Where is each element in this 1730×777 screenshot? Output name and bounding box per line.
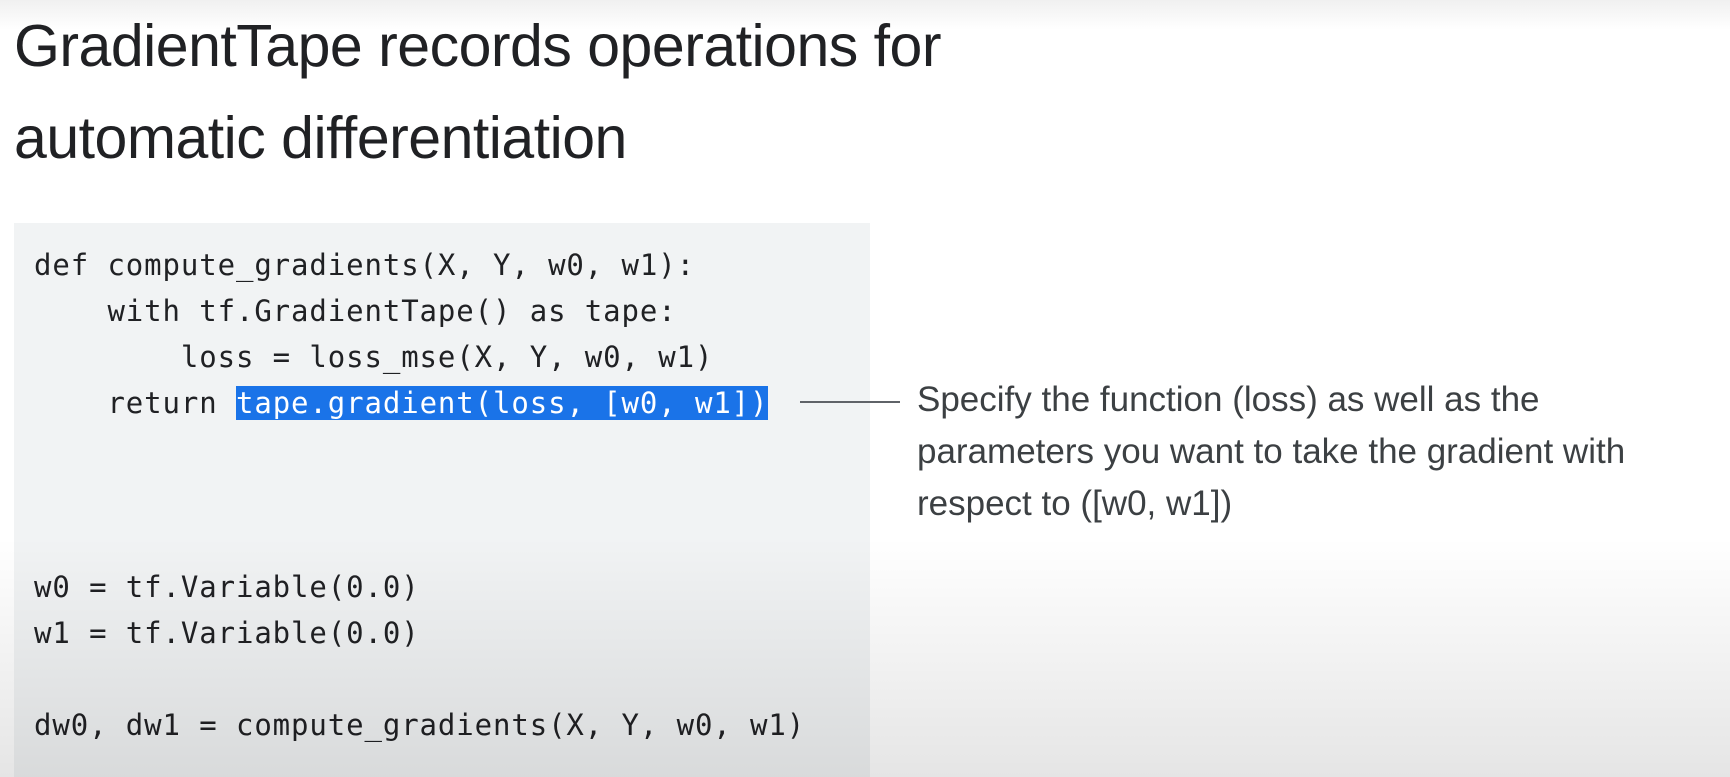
- slide-title: GradientTape records operations for auto…: [14, 0, 1314, 184]
- highlighted-gradient-call: tape.gradient(loss, [w0, w1]): [235, 386, 769, 420]
- slide-title-line-1: GradientTape records operations for: [14, 13, 942, 79]
- code-line-return: return tape.gradient(loss, [w0, w1]): [34, 383, 769, 423]
- code-block: def compute_gradients(X, Y, w0, w1): wit…: [14, 223, 870, 777]
- slide-title-line-2: automatic differentiation: [14, 105, 627, 171]
- code-line-def: def compute_gradients(X, Y, w0, w1):: [34, 248, 695, 282]
- callout-line-2: parameters you want to take the gradient…: [917, 432, 1626, 471]
- callout-connector-line: [800, 401, 900, 403]
- code-line-w1: w1 = tf.Variable(0.0): [34, 616, 420, 650]
- code-line-call: dw0, dw1 = compute_gradients(X, Y, w0, w…: [34, 708, 806, 742]
- callout-text: Specify the function (loss) as well as t…: [917, 374, 1717, 530]
- callout-line-1: Specify the function (loss) as well as t…: [917, 380, 1540, 419]
- code-line-w0: w0 = tf.Variable(0.0): [34, 570, 420, 604]
- code-line-loss: loss = loss_mse(X, Y, w0, w1): [34, 340, 714, 374]
- slide: GradientTape records operations for auto…: [0, 0, 1730, 777]
- code-return-keyword: return: [34, 386, 236, 420]
- code-line-with: with tf.GradientTape() as tape:: [34, 294, 677, 328]
- callout-line-3: respect to ([w0, w1]): [917, 484, 1233, 523]
